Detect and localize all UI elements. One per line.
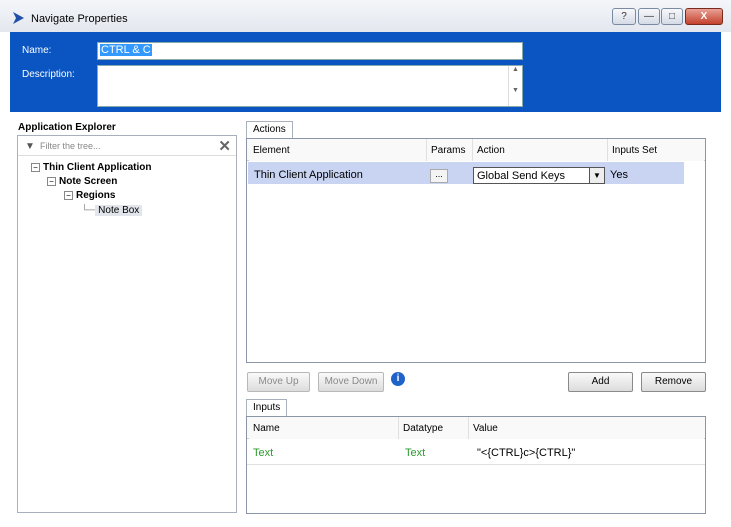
properties-header: Name: CTRL & C Description: ▲ ▼ — [10, 32, 721, 112]
cell-element: Thin Client Application — [254, 169, 363, 181]
column-header-action[interactable]: Action — [473, 139, 608, 161]
add-button[interactable]: Add — [568, 372, 633, 392]
cell-input-datatype: Text — [405, 447, 426, 459]
column-header-element[interactable]: Element — [249, 139, 427, 161]
close-button[interactable]: X — [685, 8, 723, 25]
description-field[interactable]: ▲ ▼ — [97, 65, 523, 107]
tree-node-regions[interactable]: − Regions — [64, 190, 115, 201]
action-selected-value: Global Send Keys — [477, 170, 566, 182]
cell-input-value[interactable]: "<{CTRL}c>{CTRL}" — [477, 447, 575, 459]
collapse-toggle[interactable]: − — [31, 162, 40, 172]
minimize-button[interactable]: — — [638, 8, 660, 25]
tab-inputs[interactable]: Inputs — [246, 399, 288, 416]
name-field[interactable]: CTRL & C — [97, 42, 523, 60]
remove-button[interactable]: Remove — [641, 372, 706, 392]
column-header-name[interactable]: Name — [249, 417, 399, 439]
inputs-grid: Name Datatype Value Text Text "<{CTRL}c>… — [246, 416, 706, 514]
actions-grid: Element Params Action Inputs Set Thin Cl… — [246, 138, 706, 363]
clear-filter-icon[interactable]: ✕ — [218, 137, 231, 155]
application-explorer: ▼ Filter the tree... ✕ − Thin Client Appl… — [17, 135, 237, 513]
tree-node-note-box[interactable]: └─ Note Box — [81, 205, 143, 216]
tab-actions[interactable]: Actions — [246, 121, 293, 138]
params-button[interactable]: ... — [430, 169, 448, 183]
window-title: Navigate Properties — [31, 13, 128, 25]
filter-placeholder: Filter the tree... — [40, 141, 101, 151]
maximize-button[interactable]: □ — [661, 8, 683, 25]
description-label: Description: — [22, 69, 75, 80]
explorer-title: Application Explorer — [18, 122, 116, 133]
app-icon — [13, 12, 24, 24]
help-button[interactable]: ? — [612, 8, 636, 25]
description-scrollbar[interactable]: ▲ ▼ — [508, 66, 522, 106]
cell-inputs-set: Yes — [610, 169, 628, 181]
filter-icon: ▼ — [25, 141, 35, 152]
collapse-toggle[interactable]: − — [64, 190, 73, 200]
tree-node-note-screen[interactable]: − Note Screen — [47, 176, 117, 187]
name-value: CTRL & C — [100, 44, 152, 56]
name-label: Name: — [22, 45, 52, 56]
row-divider — [247, 464, 705, 465]
move-up-button[interactable]: Move Up — [247, 372, 310, 392]
info-icon[interactable]: i — [391, 372, 405, 386]
dropdown-arrow-icon[interactable]: ▼ — [589, 168, 604, 183]
tree-node-thin-client-application[interactable]: − Thin Client Application — [31, 162, 152, 173]
title-bar: Navigate Properties ? — □ X — [0, 0, 731, 32]
column-header-datatype[interactable]: Datatype — [399, 417, 469, 439]
action-select[interactable]: Global Send Keys ▼ — [473, 167, 605, 184]
collapse-toggle[interactable]: − — [47, 176, 56, 186]
column-header-value[interactable]: Value — [469, 417, 704, 439]
column-header-inputs-set[interactable]: Inputs Set — [608, 139, 704, 161]
cell-input-name: Text — [253, 447, 274, 459]
filter-tree-input[interactable]: ▼ Filter the tree... ✕ — [18, 136, 236, 156]
move-down-button[interactable]: Move Down — [318, 372, 384, 392]
column-header-params[interactable]: Params — [427, 139, 473, 161]
